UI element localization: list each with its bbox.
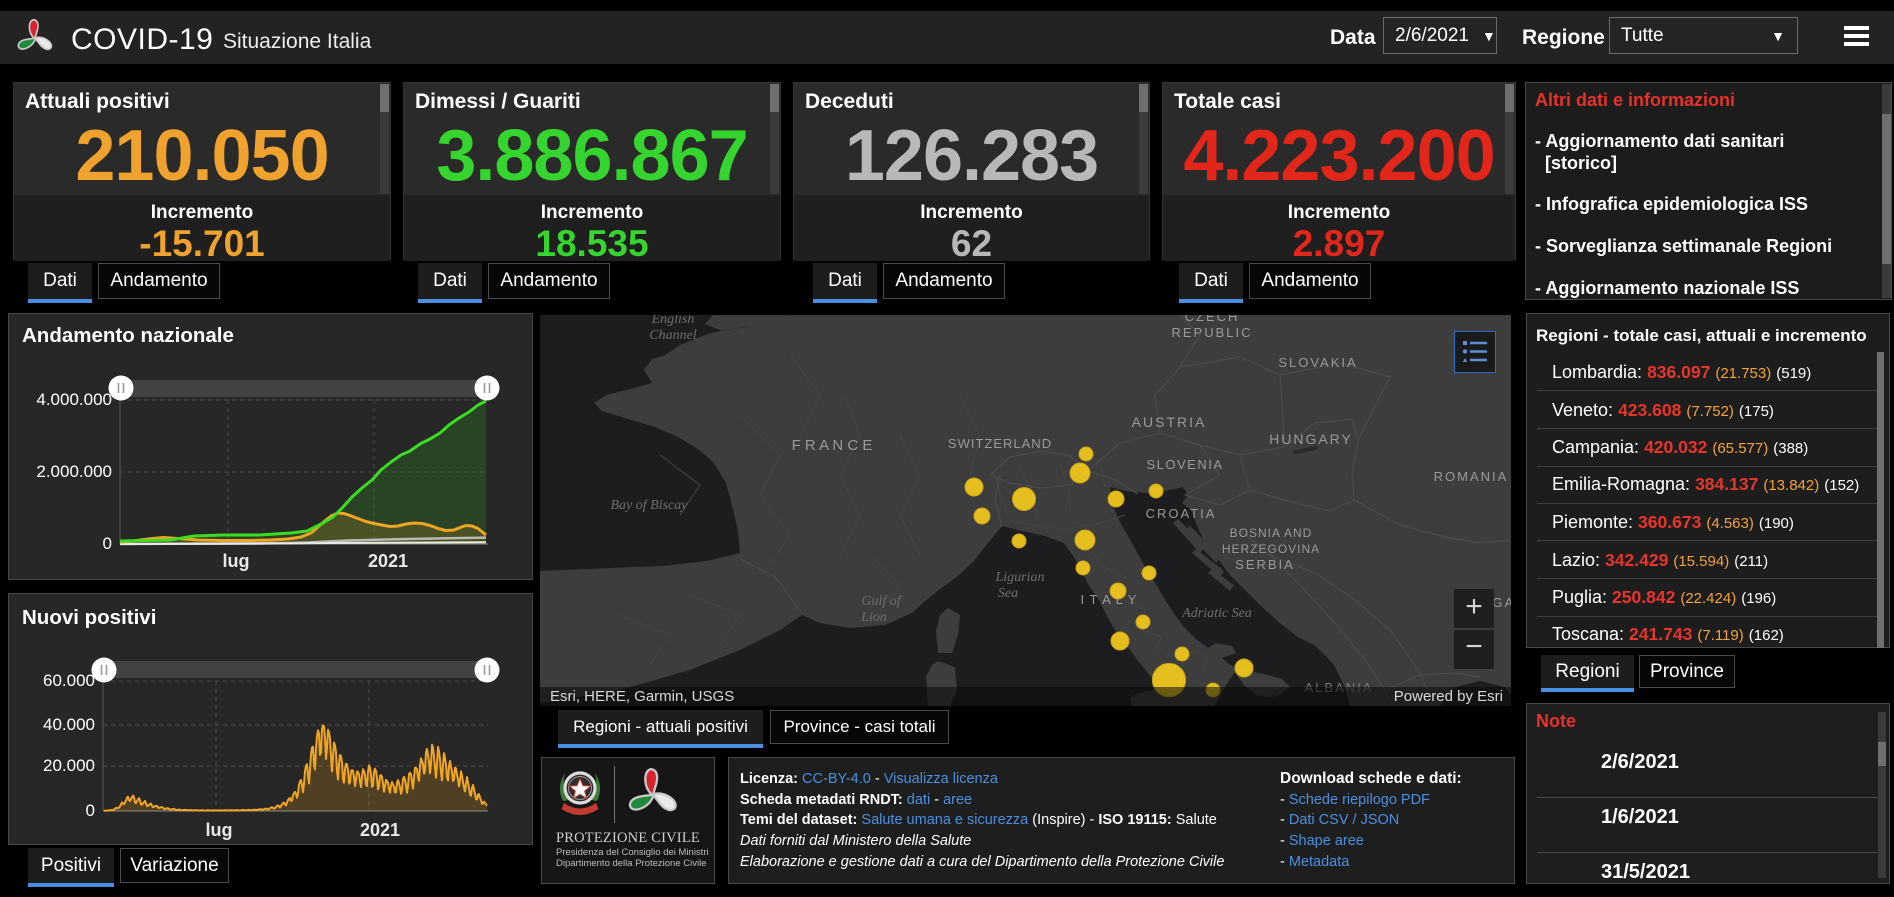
svg-text:HUNGARY: HUNGARY <box>1269 431 1353 447</box>
svg-text:Powered by Esri: Powered by Esri <box>1394 688 1503 705</box>
svg-text:2021: 2021 <box>360 820 400 840</box>
svg-text:20.000: 20.000 <box>43 756 95 775</box>
svg-text:4.000.000: 4.000.000 <box>36 390 112 409</box>
svg-text:0: 0 <box>86 801 95 820</box>
svg-text:2021: 2021 <box>368 551 408 571</box>
svg-text:SERBIA: SERBIA <box>1235 557 1295 572</box>
svg-text:HERZEGOVINA: HERZEGOVINA <box>1222 542 1320 556</box>
svg-text:REPUBLIC: REPUBLIC <box>1171 325 1252 340</box>
svg-text:CROATIA: CROATIA <box>1146 506 1217 521</box>
svg-text:English: English <box>651 315 695 327</box>
svg-text:F R A N C E: F R A N C E <box>792 437 873 454</box>
svg-text:SWITZERLAND: SWITZERLAND <box>948 436 1052 451</box>
svg-text:Gulf of: Gulf of <box>861 594 902 609</box>
svg-text:60.000: 60.000 <box>43 671 95 690</box>
svg-text:Esri, HERE, Garmin, USGS: Esri, HERE, Garmin, USGS <box>550 688 734 705</box>
svg-text:Sea: Sea <box>998 586 1018 601</box>
svg-text:lug: lug <box>206 820 233 840</box>
svg-text:Ligurian: Ligurian <box>994 570 1044 585</box>
svg-text:CZECH: CZECH <box>1185 315 1240 324</box>
svg-text:40.000: 40.000 <box>43 715 95 734</box>
svg-text:0: 0 <box>103 534 112 553</box>
svg-text:Bay of Biscay: Bay of Biscay <box>611 498 689 513</box>
svg-text:SLOVENIA: SLOVENIA <box>1146 457 1223 472</box>
svg-text:SLOVAKIA: SLOVAKIA <box>1278 355 1357 370</box>
svg-text:lug: lug <box>223 551 250 571</box>
svg-text:2.000.000: 2.000.000 <box>36 462 112 481</box>
svg-text:Lion: Lion <box>860 610 887 625</box>
svg-text:Adriatic Sea: Adriatic Sea <box>1181 606 1252 621</box>
svg-text:ROMANIA: ROMANIA <box>1434 469 1509 484</box>
svg-text:BOSNIA AND: BOSNIA AND <box>1230 526 1313 540</box>
svg-text:Channel: Channel <box>649 328 697 343</box>
svg-text:AUSTRIA: AUSTRIA <box>1132 414 1207 430</box>
svg-text:I T A L Y: I T A L Y <box>1081 592 1138 607</box>
